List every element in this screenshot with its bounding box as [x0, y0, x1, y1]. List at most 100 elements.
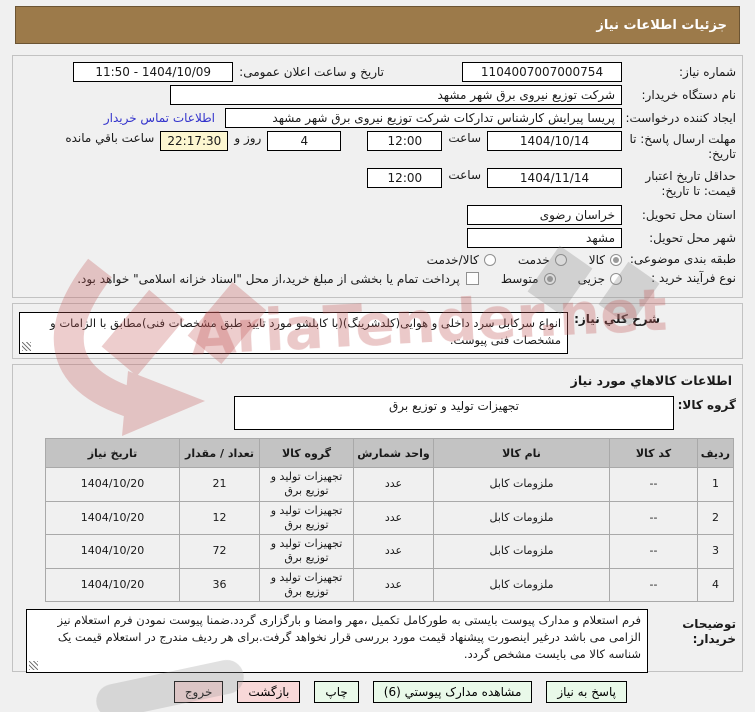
need-number-field[interactable]: 1104007007000754: [462, 62, 622, 82]
table-cell: 2: [697, 500, 734, 536]
radio-unselected[interactable]: [610, 272, 622, 285]
table-header-cell: تعداد / مقدار: [179, 438, 260, 468]
table-cell: 36: [179, 567, 260, 603]
table-cell: 3: [697, 534, 734, 569]
subject-class-options: کالا خدمت کالا/خدمت: [405, 253, 622, 267]
table-cell: ملزومات کابل: [433, 467, 610, 502]
subject-class-label: طبقه بندی موضوعی:: [629, 252, 736, 266]
goods-table: ردیف کد کالا نام کالا واحد شمارش گروه کالا تع…: [45, 438, 734, 603]
table-cell: 72: [179, 534, 260, 569]
need-description-section: شرح كلي نياز: انواع سرکابل سرد داخلی و ه…: [12, 303, 743, 359]
table-cell: ملزومات کابل: [433, 534, 610, 569]
goods-table-body: 1 -- ملزومات کابل عدد تجهیزات تولید و توزیع …: [45, 467, 734, 603]
request-creator-label: ایجاد کننده درخواست:: [625, 110, 736, 125]
table-cell: 1404/10/20: [45, 500, 180, 536]
radio-unselected[interactable]: [483, 253, 496, 266]
treasury-docs-checkbox[interactable]: [465, 272, 479, 285]
table-cell: --: [609, 567, 698, 603]
remaining-days-field[interactable]: 4: [267, 131, 342, 151]
table-cell: عدد: [353, 500, 434, 536]
table-row: 3 -- ملزومات کابل عدد تجهیزات تولید و توزیع …: [45, 534, 734, 569]
table-cell: --: [609, 500, 698, 536]
page-title-bar: جزئیات اطلاعات نیاز: [15, 6, 740, 44]
table-cell: 4: [697, 567, 734, 603]
city-field[interactable]: مشهد: [467, 228, 622, 248]
response-deadline-time-field[interactable]: 12:00: [367, 131, 443, 151]
back-button[interactable]: بازگشت: [237, 681, 301, 703]
table-cell: --: [609, 534, 698, 569]
table-cell: 1404/10/20: [45, 467, 180, 502]
days-and-label: روز و: [234, 131, 262, 145]
table-header-cell: ردیف: [697, 438, 734, 468]
city-label: شهر محل تحویل:: [649, 230, 736, 245]
table-header-cell: تاریخ نیاز: [45, 438, 180, 468]
radio-option-label: کالا: [588, 252, 605, 267]
table-cell: 1404/10/20: [45, 567, 180, 603]
exit-button[interactable]: خروج: [173, 681, 224, 703]
response-deadline-label: مهلت ارسال پاسخ: تا تاریخ:: [629, 132, 736, 161]
table-row: 1 -- ملزومات کابل عدد تجهیزات تولید و توزیع …: [45, 467, 734, 502]
price-validity-label: حداقل تاریخ اعتبار قیمت: تا تاریخ:: [645, 169, 736, 198]
goods-group-row: گروه کالا: تجهیزات تولید و توزیع برق: [19, 396, 736, 430]
goods-info-section: اطلاعات كالاهاي مورد نياز گروه کالا: تجه…: [12, 364, 743, 674]
need-description-label: شرح كلي نياز:: [574, 312, 660, 326]
need-info-form: شماره نیاز: 1104007007000754 تاریخ و ساع…: [12, 55, 743, 298]
view-attachments-button[interactable]: مشاهده مدارک پیوستي (6): [372, 681, 533, 703]
price-validity-time-field[interactable]: 12:00: [367, 168, 443, 188]
table-cell: عدد: [353, 467, 434, 502]
radio-option-label: خدمت: [517, 252, 550, 267]
table-header-cell: کد کالا: [609, 438, 698, 468]
province-label: استان محل تحویل:: [641, 207, 736, 222]
table-cell: --: [609, 467, 698, 502]
radio-selected[interactable]: [610, 253, 622, 266]
buyer-notes-row: توضيحات خريدار: فرم استعلام و مدارک پیوس…: [19, 609, 736, 674]
page-title: جزئیات اطلاعات نیاز: [596, 17, 727, 33]
table-header-cell: نام کالا: [433, 438, 610, 468]
announce-datetime-label: تاریخ و ساعت اعلان عمومی:: [239, 64, 384, 79]
table-cell: تجهیزات تولید و توزیع برق: [259, 567, 354, 603]
table-cell: تجهیزات تولید و توزیع برق: [259, 534, 354, 569]
buyer-org-row: نام دستگاه خریدار: شرکت توزیع نیروی برق …: [19, 85, 736, 105]
goods-group-label: گروه کالا:: [677, 398, 736, 412]
buyer-org-field[interactable]: شرکت توزیع نیروی برق شهر مشهد: [170, 85, 622, 105]
buyer-notes-textarea[interactable]: فرم استعلام و مدارک پیوست بایستی به طورک…: [26, 609, 648, 674]
hour-label-2: ساعت: [448, 168, 481, 182]
buyer-contact-link[interactable]: اطلاعات تماس خریدار: [104, 111, 215, 125]
need-number-row: شماره نیاز: 1104007007000754 تاریخ و ساع…: [19, 62, 736, 82]
table-header-cell: واحد شمارش: [353, 438, 434, 468]
table-row: 2 -- ملزومات کابل عدد تجهیزات تولید و توزیع …: [45, 500, 734, 536]
buyer-notes-label: توضيحات خريدار:: [682, 617, 736, 647]
print-button[interactable]: چاپ: [314, 681, 359, 703]
hour-label: ساعت: [448, 131, 481, 145]
table-cell: عدد: [353, 534, 434, 569]
process-type-options: جزیی متوسط: [479, 272, 622, 286]
province-field[interactable]: خراسان رضوی: [467, 205, 622, 225]
goods-table-header-row: ردیف کد کالا نام کالا واحد شمارش گروه کالا تع…: [45, 438, 734, 468]
response-deadline-date-field[interactable]: 1404/10/14: [487, 131, 622, 151]
respond-to-need-button[interactable]: پاسخ به نیاز: [546, 681, 627, 703]
process-type-row: نوع فرآیند خرید : جزیی متوسط پرداخت تمام …: [19, 271, 736, 286]
table-cell: 12: [179, 500, 260, 536]
table-cell: 21: [179, 467, 260, 502]
response-deadline-row: مهلت ارسال پاسخ: تا تاریخ: 1404/10/14 سا…: [19, 131, 736, 165]
goods-info-header: اطلاعات كالاهاي مورد نياز: [570, 373, 732, 388]
province-row: استان محل تحویل: خراسان رضوی: [19, 205, 736, 225]
process-type-label: نوع فرآیند خرید :: [651, 271, 736, 285]
city-row: شهر محل تحویل: مشهد: [19, 228, 736, 248]
buyer-org-label: نام دستگاه خریدار:: [641, 87, 737, 102]
table-cell: تجهیزات تولید و توزیع برق: [259, 467, 354, 502]
radio-unselected[interactable]: [554, 253, 567, 266]
table-cell: 1: [697, 467, 734, 502]
price-validity-date-field[interactable]: 1404/11/14: [487, 168, 622, 188]
hours-remaining-label: ساعت باقي مانده: [65, 131, 155, 145]
need-description-textarea[interactable]: انواع سرکابل سرد داخلی و هوایی(کلدشرینگ)…: [19, 312, 569, 354]
request-creator-field[interactable]: پریسا پیرایش کارشناس تدارکات شرکت توزیع …: [225, 108, 622, 128]
goods-group-field[interactable]: تجهیزات تولید و توزیع برق: [234, 396, 674, 430]
table-cell: عدد: [353, 567, 434, 603]
price-validity-row: حداقل تاریخ اعتبار قیمت: تا تاریخ: 1404/…: [19, 168, 736, 202]
radio-option-label: جزیی: [577, 271, 605, 286]
need-number-label: شماره نیاز:: [679, 64, 736, 79]
announce-datetime-field[interactable]: 1404/10/09 - 11:50: [73, 62, 234, 82]
table-header-cell: گروه کالا: [259, 438, 354, 468]
radio-selected[interactable]: [543, 272, 556, 285]
